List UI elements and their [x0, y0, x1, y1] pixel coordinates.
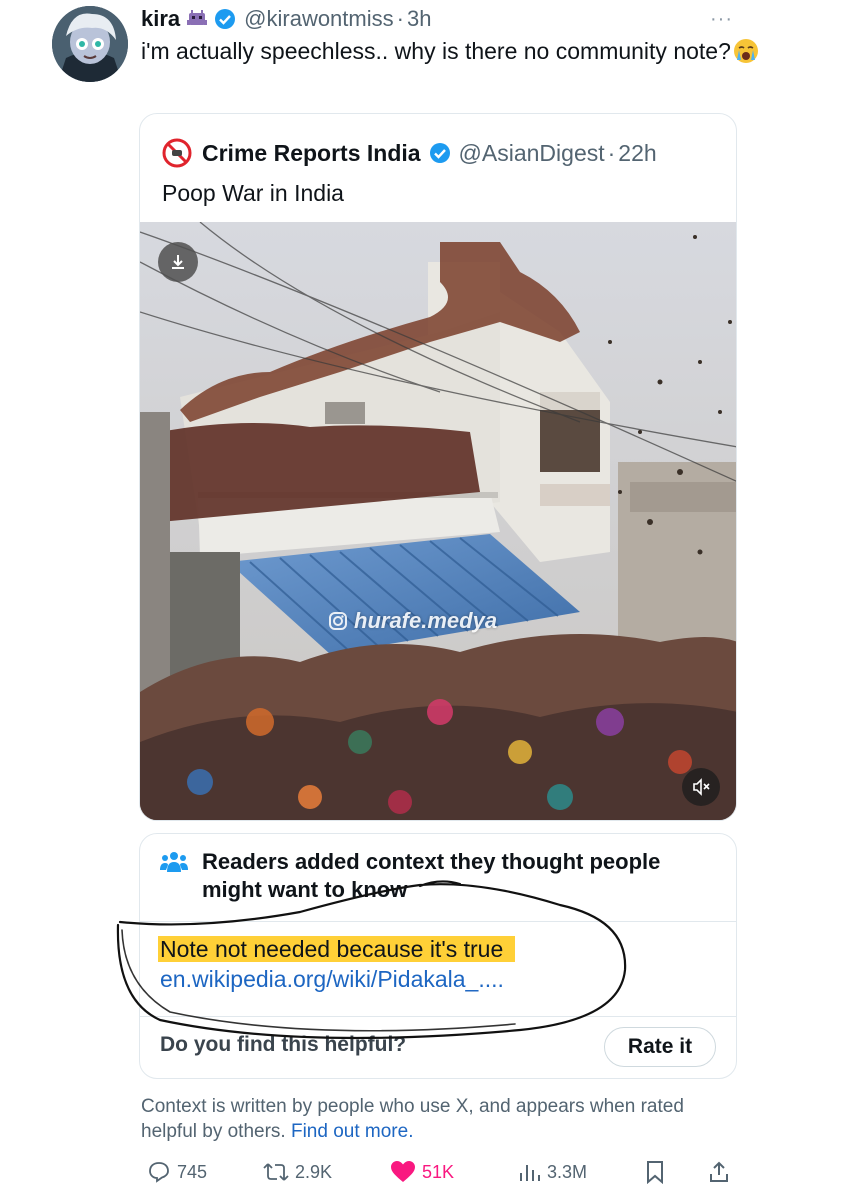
- quoted-author-handle[interactable]: @AsianDigest: [459, 140, 605, 167]
- video-frame: [140, 222, 736, 820]
- video-watermark: hurafe.medya: [328, 608, 497, 634]
- share-button[interactable]: [707, 1160, 731, 1184]
- author-handle[interactable]: @kirawontmiss: [244, 6, 393, 32]
- alien-emoji-icon: [186, 8, 208, 30]
- instagram-icon: [329, 612, 347, 630]
- community-note-body: Note not needed because it's true en.wik…: [158, 934, 516, 994]
- community-note: Readers added context they thought peopl…: [139, 833, 737, 1079]
- note-source-link[interactable]: en.wikipedia.org/wiki/Pidakala_....: [160, 964, 515, 994]
- quoted-tweet-header: Crime Reports India @AsianDigest · 22h: [162, 138, 657, 168]
- avatar[interactable]: [52, 6, 128, 82]
- community-note-footer: Do you find this helpful? Rate it: [140, 1016, 736, 1078]
- timestamp[interactable]: 3h: [407, 6, 431, 32]
- repost-count: 2.9K: [295, 1161, 333, 1182]
- verified-badge-icon: [429, 142, 451, 164]
- community-note-header: Readers added context they thought peopl…: [140, 834, 736, 922]
- quoted-tweet-text: Poop War in India: [162, 180, 344, 206]
- repost-button[interactable]: 2.9K: [263, 1160, 332, 1184]
- author-name[interactable]: kira: [141, 6, 180, 32]
- tweet-text-body: i'm actually speechless.. why is there n…: [141, 38, 731, 64]
- note-text: Note not needed because it's true: [158, 936, 516, 962]
- mute-icon: [693, 778, 710, 796]
- verified-badge-icon: [214, 8, 236, 30]
- separator-dot: ·: [396, 6, 404, 31]
- views-button[interactable]: 3.3M: [517, 1160, 587, 1184]
- video-player[interactable]: hurafe.medya: [140, 222, 736, 820]
- view-count: 3.3M: [547, 1161, 588, 1182]
- separator-dot: ·: [607, 139, 616, 166]
- like-button[interactable]: 51K: [390, 1160, 454, 1184]
- note-disclaimer: Context is written by people who use X, …: [141, 1094, 741, 1144]
- helpful-question: Do you find this helpful?: [160, 1033, 407, 1056]
- quoted-timestamp[interactable]: 22h: [618, 140, 656, 167]
- reply-icon: [149, 1162, 169, 1183]
- download-icon: [172, 255, 184, 269]
- community-note-title: Readers added context they thought peopl…: [202, 849, 661, 902]
- download-button[interactable]: [158, 242, 198, 282]
- tweet-text: i'm actually speechless.. why is there n…: [141, 36, 761, 67]
- quoted-author-name[interactable]: Crime Reports India: [202, 140, 421, 167]
- quoted-tweet[interactable]: Crime Reports India @AsianDigest · 22h P…: [139, 113, 737, 821]
- watermark-text: hurafe.medya: [354, 608, 498, 633]
- reply-count: 745: [177, 1161, 208, 1182]
- action-bar: 745 2.9K 51K 3.3M: [141, 1160, 741, 1190]
- bookmark-icon: [647, 1161, 663, 1184]
- mute-button[interactable]: [682, 768, 720, 806]
- like-count: 51K: [422, 1161, 455, 1182]
- rate-it-button[interactable]: Rate it: [604, 1027, 716, 1067]
- heart-icon: [391, 1161, 415, 1182]
- views-icon: [520, 1165, 540, 1181]
- no-entry-avatar-icon: [162, 138, 192, 168]
- reply-button[interactable]: 745: [147, 1160, 207, 1184]
- community-notes-icon: [160, 852, 188, 872]
- more-icon[interactable]: ···: [710, 8, 733, 31]
- repost-icon: [263, 1163, 289, 1181]
- bookmark-button[interactable]: [645, 1160, 665, 1184]
- find-out-more-link[interactable]: Find out more.: [291, 1121, 414, 1142]
- crying-emoji-icon: [733, 38, 759, 64]
- share-icon: [710, 1161, 728, 1182]
